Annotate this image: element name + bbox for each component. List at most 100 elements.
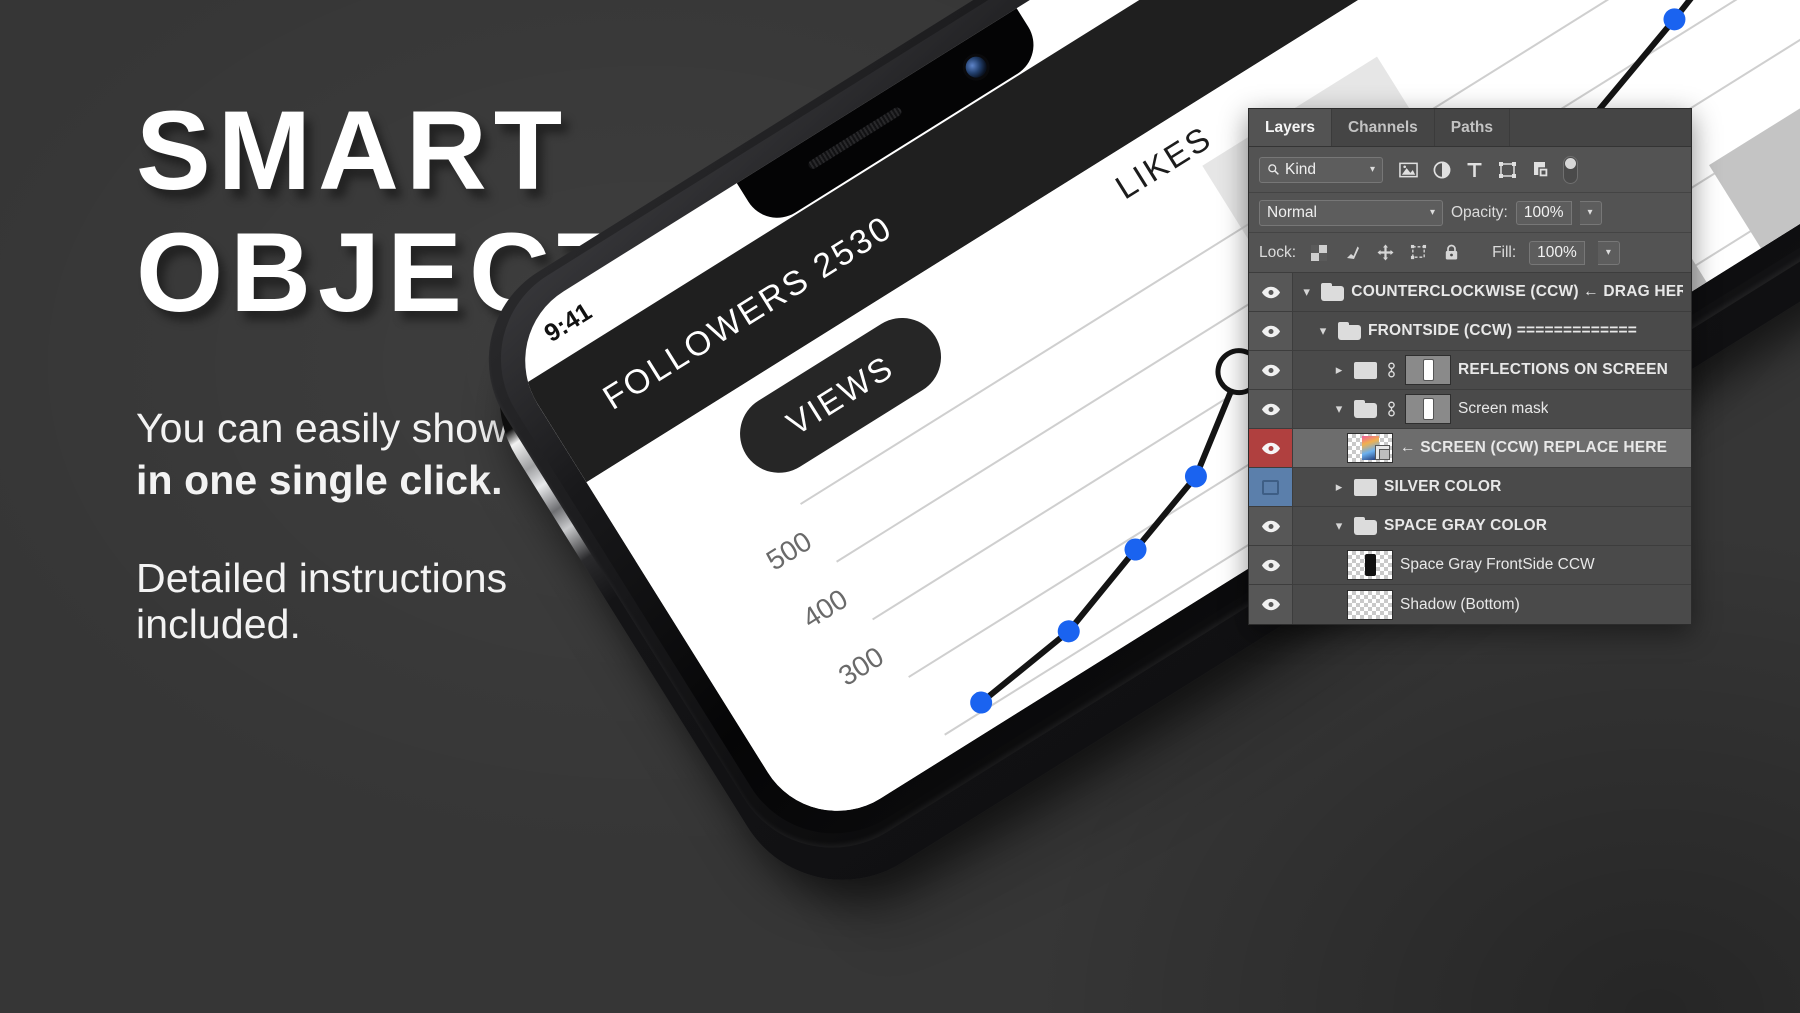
description-line-1: You can easily show your design xyxy=(136,404,733,451)
photoshop-layers-panel[interactable]: Layers Channels Paths Kind ▾ Normal ▾ Op… xyxy=(1248,108,1692,625)
opacity-label: Opacity: xyxy=(1451,203,1508,221)
lock-artboard-icon[interactable] xyxy=(1408,243,1428,263)
disclosure-triangle-icon[interactable]: ▸ xyxy=(1331,362,1347,378)
layer-visibility-toggle[interactable] xyxy=(1249,468,1293,506)
layer-visibility-toggle[interactable] xyxy=(1249,429,1293,467)
pixel-layer-icon[interactable] xyxy=(1398,159,1419,180)
eye-icon xyxy=(1261,598,1280,611)
folder-icon xyxy=(1321,283,1345,301)
eye-icon xyxy=(1261,520,1280,532)
panel-tab-bar: Layers Channels Paths xyxy=(1249,109,1691,147)
layer-name: COUNTERCLOCKWISE (CCW) ← DRAG HERE xyxy=(1351,283,1683,300)
folder-icon xyxy=(1354,478,1377,496)
eye-hidden-icon xyxy=(1262,479,1279,495)
description-line-4: included. xyxy=(136,601,302,648)
eye-icon xyxy=(1261,286,1280,298)
shape-layer-icon[interactable] xyxy=(1497,159,1518,180)
blend-mode-value: Normal xyxy=(1267,203,1317,221)
front-camera-icon xyxy=(961,52,991,82)
description-line-3: Detailed instructions xyxy=(136,555,508,602)
lock-image-icon[interactable] xyxy=(1342,243,1362,263)
disclosure-triangle-icon[interactable]: ▾ xyxy=(1331,401,1347,417)
layer-name: SPACE GRAY COLOR xyxy=(1384,517,1548,534)
layer-visibility-toggle[interactable] xyxy=(1249,312,1293,350)
lock-bar: Lock: Fill: 100% ▾ xyxy=(1249,233,1691,273)
blend-mode-select[interactable]: Normal ▾ xyxy=(1259,199,1443,226)
table-row[interactable]: ▾ FRONTSIDE (CCW) ============= xyxy=(1249,312,1691,351)
eye-icon xyxy=(1261,559,1280,571)
volume-down-button xyxy=(1008,49,1135,143)
layer-visibility-toggle[interactable] xyxy=(1249,273,1293,311)
lock-transparency-icon[interactable] xyxy=(1309,243,1329,263)
chevron-down-icon: ▾ xyxy=(1429,207,1435,218)
layer-visibility-toggle[interactable] xyxy=(1249,507,1293,545)
layer-name: ← SCREEN (CCW) REPLACE HERE xyxy=(1400,439,1668,456)
search-icon xyxy=(1268,164,1279,175)
disclosure-triangle-icon[interactable]: ▾ xyxy=(1315,323,1331,339)
disclosure-triangle-icon[interactable]: ▾ xyxy=(1299,284,1314,300)
page-title-line2: OBJECTS xyxy=(136,209,714,335)
fill-stepper[interactable]: ▾ xyxy=(1597,240,1620,265)
layer-name: Shadow (Bottom) xyxy=(1400,595,1520,613)
filter-kind-label: Kind xyxy=(1285,160,1317,178)
eye-icon xyxy=(1261,442,1280,454)
link-icon[interactable] xyxy=(1384,400,1398,418)
layer-visibility-toggle[interactable] xyxy=(1249,351,1293,389)
layer-visibility-toggle[interactable] xyxy=(1249,390,1293,428)
folder-icon xyxy=(1354,400,1377,418)
link-icon[interactable] xyxy=(1384,361,1398,379)
description-line-2-bold: in one single click. xyxy=(136,456,503,503)
layer-name: FRONTSIDE (CCW) ============= xyxy=(1368,322,1637,339)
poster-canvas: SMART OBJECTS You can easily show your d… xyxy=(0,0,1800,1013)
table-row[interactable]: ▾ Screen mask xyxy=(1249,390,1691,429)
table-row[interactable]: Space Gray FrontSide CCW xyxy=(1249,546,1691,585)
table-row[interactable]: ▸ SILVER COLOR xyxy=(1249,468,1691,507)
tab-channels[interactable]: Channels xyxy=(1332,109,1435,146)
layer-mask-thumbnail[interactable] xyxy=(1405,355,1451,385)
type-layer-icon[interactable] xyxy=(1464,159,1485,180)
smart-object-icon[interactable] xyxy=(1530,159,1551,180)
blend-mode-bar: Normal ▾ Opacity: 100% ▾ xyxy=(1249,193,1691,233)
fill-label: Fill: xyxy=(1492,243,1517,261)
smart-object-thumbnail[interactable] xyxy=(1347,433,1393,463)
lock-position-icon[interactable] xyxy=(1375,243,1395,263)
disclosure-triangle-icon[interactable]: ▾ xyxy=(1331,518,1347,534)
disclosure-triangle-icon[interactable]: ▸ xyxy=(1331,479,1347,495)
tab-layers[interactable]: Layers xyxy=(1249,109,1332,146)
table-row[interactable]: ▾ COUNTERCLOCKWISE (CCW) ← DRAG HERE xyxy=(1249,273,1691,312)
layer-name: SILVER COLOR xyxy=(1384,478,1502,495)
layer-filter-bar: Kind ▾ xyxy=(1249,147,1691,193)
description-paragraph-1: You can easily show your design in one s… xyxy=(136,404,926,503)
layer-visibility-toggle[interactable] xyxy=(1249,546,1293,584)
layer-thumbnail[interactable] xyxy=(1347,589,1393,620)
chevron-down-icon: ▾ xyxy=(1587,207,1593,218)
layer-visibility-toggle[interactable] xyxy=(1249,585,1293,624)
eye-icon xyxy=(1261,325,1280,337)
tab-paths[interactable]: Paths xyxy=(1435,109,1510,146)
layer-name: REFLECTIONS ON SCREEN xyxy=(1458,361,1669,378)
opacity-stepper[interactable]: ▾ xyxy=(1579,200,1602,225)
layer-thumbnail[interactable] xyxy=(1347,550,1393,580)
adjustment-layer-icon[interactable] xyxy=(1431,159,1452,180)
folder-icon xyxy=(1354,361,1377,379)
opacity-input[interactable]: 100% xyxy=(1515,200,1572,225)
filter-toggle-switch[interactable] xyxy=(1563,155,1578,184)
layer-list: ▾ COUNTERCLOCKWISE (CCW) ← DRAG HERE ▾ F… xyxy=(1249,273,1691,624)
y-axis-tick-300: 300 xyxy=(832,640,890,692)
likes-chart-title: LIKES xyxy=(1108,118,1219,207)
lock-label: Lock: xyxy=(1259,243,1297,261)
chevron-down-icon: ▾ xyxy=(1605,247,1611,258)
layer-mask-thumbnail[interactable] xyxy=(1405,394,1451,424)
folder-icon xyxy=(1338,322,1361,340)
filter-kind-select[interactable]: Kind ▾ xyxy=(1259,156,1383,183)
chevron-down-icon: ▾ xyxy=(1369,164,1375,175)
fill-input[interactable]: 100% xyxy=(1529,240,1585,265)
lock-all-icon[interactable] xyxy=(1441,243,1461,263)
table-row[interactable]: ▸ REFLECTIONS ON SCREEN xyxy=(1249,351,1691,390)
table-row[interactable]: Shadow (Bottom) xyxy=(1249,585,1691,624)
smart-object-badge-icon xyxy=(1375,445,1390,460)
table-row[interactable]: ▾ SPACE GRAY COLOR xyxy=(1249,507,1691,546)
eye-icon xyxy=(1261,403,1280,415)
description-paragraph-2: Detailed instructions included. xyxy=(136,556,926,647)
table-row[interactable]: ← SCREEN (CCW) REPLACE HERE xyxy=(1249,429,1691,468)
